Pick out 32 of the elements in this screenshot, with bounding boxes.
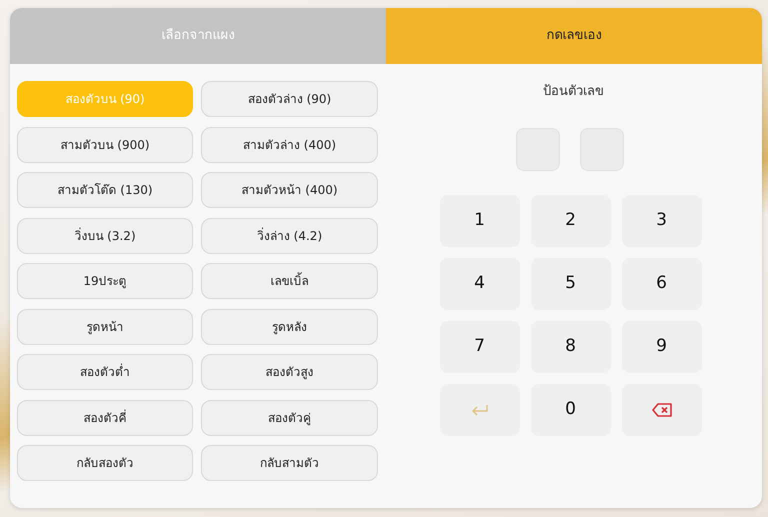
bet-type-button[interactable]: 19ประตู xyxy=(17,263,193,299)
keypad-key[interactable]: 2 xyxy=(530,194,610,246)
bet-type-button[interactable]: สองตัวล่าง (90) xyxy=(201,81,378,117)
keypad-key[interactable]: 3 xyxy=(622,194,702,246)
bet-type-button[interactable]: สองตัวต่ำ xyxy=(17,354,193,390)
enter-icon xyxy=(470,404,488,416)
bet-type-button[interactable]: วิ่งล่าง (4.2) xyxy=(201,218,378,254)
bet-type-button[interactable]: สองตัวคี่ xyxy=(17,400,193,436)
keypad-key[interactable]: 5 xyxy=(530,258,610,310)
bet-type-button[interactable]: เลขเบิ้ล xyxy=(201,263,378,299)
bet-type-button[interactable]: สามตัวล่าง (400) xyxy=(201,126,378,162)
entry-title: ป้อนตัวเลข xyxy=(543,83,604,101)
bet-type-button[interactable]: วิ่งบน (3.2) xyxy=(17,218,193,254)
bet-type-button[interactable]: กลับสามตัว xyxy=(201,445,378,481)
bet-type-button[interactable]: กลับสองตัว xyxy=(17,445,193,481)
keypad-key[interactable]: 0 xyxy=(530,384,610,436)
tab[interactable]: กดเลขเอง xyxy=(386,8,762,64)
bet-type-button[interactable]: สองตัวคู่ xyxy=(201,400,378,436)
bet-type-button[interactable]: สองตัวสูง xyxy=(201,354,378,390)
bet-type-button[interactable]: สามตัวบน (900) xyxy=(17,126,193,162)
backspace-key[interactable] xyxy=(622,384,702,436)
keypad-key[interactable]: 8 xyxy=(530,320,610,372)
bet-type-button[interactable]: รูดหลัง xyxy=(201,308,378,344)
keypad-key[interactable]: 9 xyxy=(622,320,702,372)
bet-type-button[interactable]: สามตัวหน้า (400) xyxy=(201,172,378,208)
keypad-key[interactable]: 4 xyxy=(440,258,520,310)
keypad-key[interactable]: 7 xyxy=(440,320,520,372)
bet-type-button[interactable]: สามตัวโต๊ด (130) xyxy=(17,172,193,208)
bet-type-button[interactable]: รูดหน้า xyxy=(17,308,193,344)
keypad-key[interactable]: 1 xyxy=(440,194,520,246)
keypad-key[interactable]: 6 xyxy=(622,258,702,310)
backspace-icon xyxy=(652,402,672,416)
